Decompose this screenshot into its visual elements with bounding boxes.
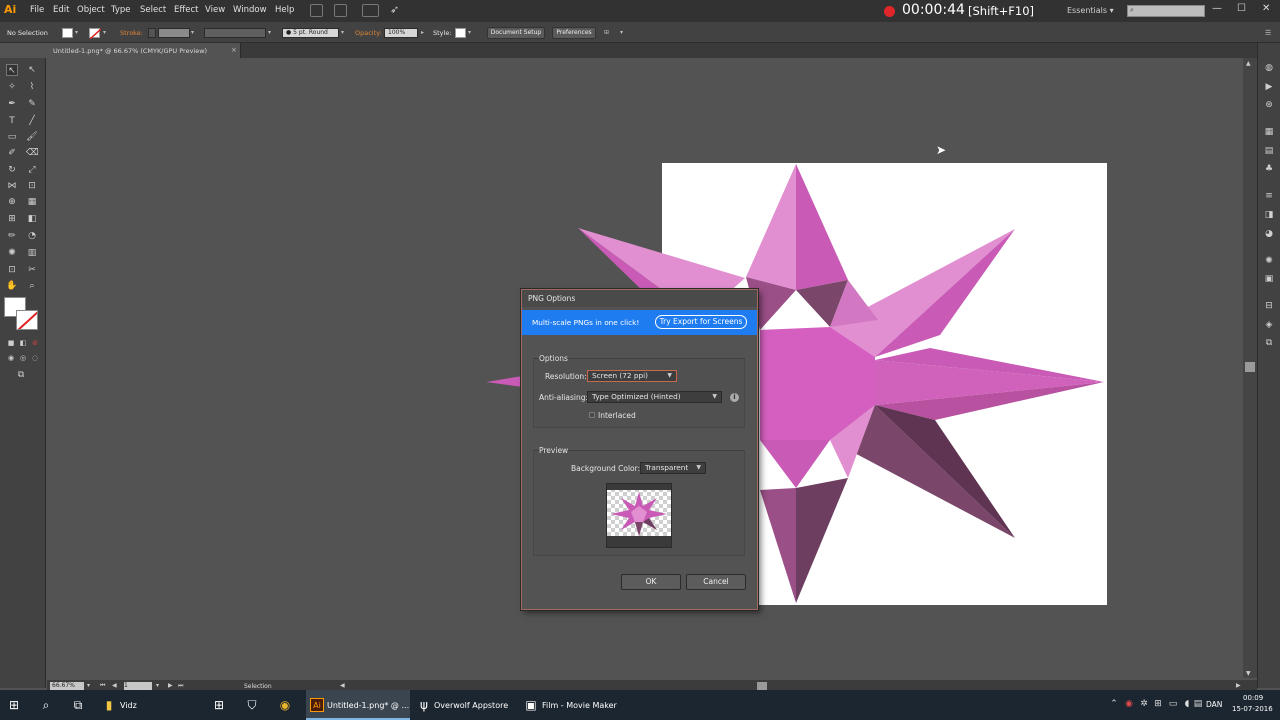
search-icon[interactable]: ⌕ xyxy=(39,698,53,712)
chevron-down-icon: ▼ xyxy=(667,372,672,379)
movie-maker-icon[interactable]: ▣ xyxy=(524,698,538,712)
windows-start-icon[interactable]: ⊞ xyxy=(7,698,21,712)
background-color-label: Background Color: xyxy=(571,464,641,473)
last-page-icon[interactable]: ⏭ xyxy=(178,682,183,690)
resolution-select[interactable]: Screen (72 ppi) ▼ xyxy=(587,370,677,382)
illustrator-icon: Ai xyxy=(310,698,324,712)
resolution-label: Resolution: xyxy=(545,372,587,381)
clock-date[interactable]: 15-07-2016 xyxy=(1232,705,1273,713)
taskbar-app-vidz[interactable]: Vidz xyxy=(120,701,137,710)
ok-button[interactable]: OK xyxy=(621,574,681,590)
taskbar-app-illustrator-label: Untitled-1.png* @ ... xyxy=(327,701,410,710)
clock-time[interactable]: 00:09 xyxy=(1243,694,1263,702)
chevron-down-icon: ▼ xyxy=(712,393,717,400)
first-page-icon[interactable]: ⏮ xyxy=(100,682,105,690)
resolution-value: Screen (72 ppi) xyxy=(592,371,648,380)
taskbar-app-movie-maker[interactable]: Film - Movie Maker xyxy=(542,701,617,710)
background-color-value: Transparent xyxy=(645,463,689,472)
preview-image xyxy=(607,490,671,536)
interlaced-label[interactable]: Interlaced xyxy=(598,411,636,420)
next-page-icon[interactable]: ▶ xyxy=(168,682,173,689)
tray-network-icon[interactable]: ⊞ xyxy=(1153,699,1163,709)
language-indicator[interactable]: DAN xyxy=(1206,700,1222,709)
overwolf-icon[interactable]: ψ xyxy=(417,698,431,712)
chevron-down-icon[interactable]: ▾ xyxy=(156,682,159,689)
scroll-left-icon[interactable]: ◀ xyxy=(340,682,345,689)
background-color-select[interactable]: Transparent ▼ xyxy=(640,462,706,474)
tray-expand-icon[interactable]: ⌃ xyxy=(1109,699,1119,709)
taskbar-app-overwolf[interactable]: Overwolf Appstore xyxy=(434,701,508,710)
dialog-title: PNG Options xyxy=(528,294,576,303)
cancel-button[interactable]: Cancel xyxy=(686,574,746,590)
zoom-field[interactable]: 66.67% xyxy=(50,682,84,690)
tray-bug-icon[interactable]: ✲ xyxy=(1139,699,1149,709)
page-field[interactable]: 1 xyxy=(124,682,152,690)
horizontal-scroll-thumb[interactable] xyxy=(757,682,767,690)
chevron-down-icon: ▼ xyxy=(696,464,701,471)
tray-power-icon[interactable]: ▭ xyxy=(1168,699,1178,709)
preview-heading: Preview xyxy=(539,446,569,455)
tray-volume-icon[interactable]: ◖ xyxy=(1182,699,1192,709)
chevron-down-icon[interactable]: ▾ xyxy=(87,682,90,689)
shield-icon[interactable]: ⛉ xyxy=(245,698,259,712)
try-export-for-screens-button[interactable]: Try Export for Screens xyxy=(655,315,747,329)
antialiasing-value: Type Optimized (Hinted) xyxy=(592,392,681,401)
banner-text: Multi-scale PNGs in one click! xyxy=(532,318,640,327)
preview-thumbnail xyxy=(606,483,672,548)
windows-taskbar xyxy=(0,690,1280,720)
interlaced-checkbox[interactable] xyxy=(589,412,595,418)
current-tool-status[interactable]: Selection xyxy=(244,683,272,690)
previous-page-icon[interactable]: ◀ xyxy=(112,682,117,689)
options-heading: Options xyxy=(539,354,568,363)
store-icon[interactable]: ⊞ xyxy=(212,698,226,712)
tray-notification-icon[interactable]: ▤ xyxy=(1193,699,1203,709)
antialiasing-select[interactable]: Type Optimized (Hinted) ▼ xyxy=(587,391,722,403)
tray-app-icon[interactable]: ◉ xyxy=(1124,699,1134,709)
chrome-icon[interactable]: ◉ xyxy=(278,698,292,712)
task-view-icon[interactable]: ⧉ xyxy=(71,698,85,712)
mouse-cursor: ➤ xyxy=(936,143,947,157)
scroll-right-icon[interactable]: ▶ xyxy=(1236,682,1241,689)
status-bar xyxy=(47,680,1257,690)
info-icon[interactable]: i xyxy=(730,393,739,402)
antialiasing-label: Anti-aliasing: xyxy=(539,393,589,402)
folder-icon[interactable]: ▮ xyxy=(102,698,116,712)
